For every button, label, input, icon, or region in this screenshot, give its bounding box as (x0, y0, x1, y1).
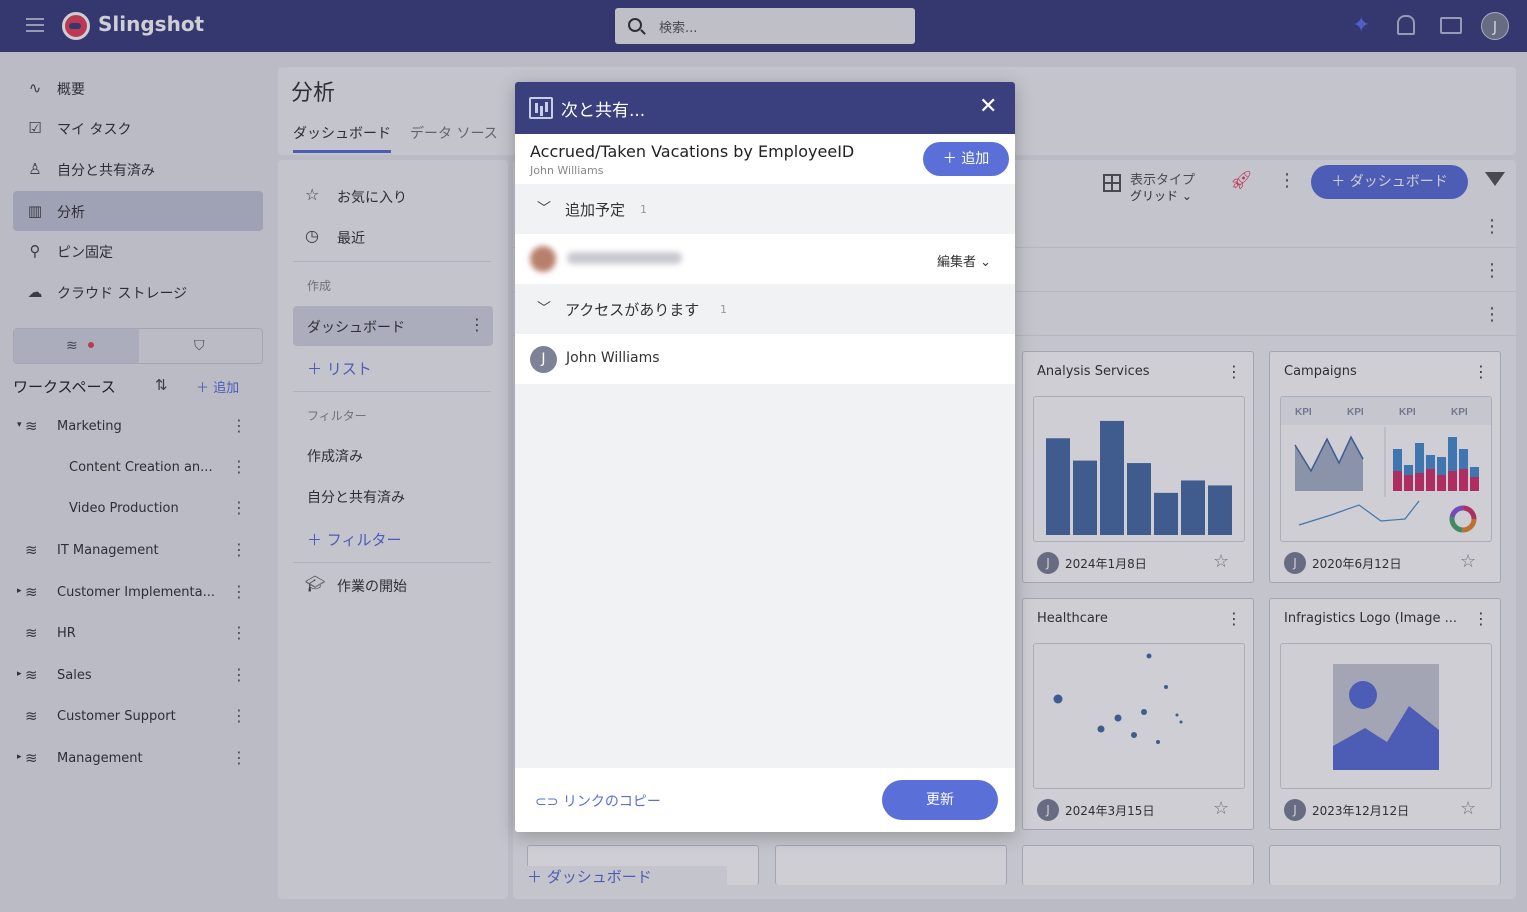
redacted-user-name (567, 252, 682, 264)
access-user-row: J John Williams (515, 334, 1015, 384)
dashboard-share-icon (529, 97, 553, 119)
section-count: 1 (640, 203, 647, 216)
dialog-footer: ⊂⊃ リンクのコピー 更新 (515, 768, 1015, 832)
share-dialog: 次と共有... ✕ Accrued/Taken Vacations by Emp… (515, 82, 1015, 832)
link-icon: ⊂⊃ (535, 794, 563, 810)
avatar: J (530, 346, 557, 373)
avatar (530, 246, 556, 272)
section-label: 追加予定 (565, 201, 626, 219)
copy-link-button[interactable]: ⊂⊃ リンクのコピー (535, 791, 661, 811)
dashboard-owner: John Williams (530, 164, 604, 177)
section-count: 1 (720, 303, 727, 316)
pending-section-header[interactable]: ﹀ 追加予定 1 (515, 184, 1015, 234)
plus-icon: ＋ (942, 151, 962, 167)
dashboard-name: Accrued/Taken Vacations by EmployeeID (530, 142, 855, 161)
role-dropdown[interactable]: 編集者 ⌄ (937, 251, 991, 270)
user-name: John Williams (566, 350, 660, 366)
update-button[interactable]: 更新 (882, 780, 998, 820)
dialog-header: 次と共有... ✕ (515, 82, 1015, 134)
add-people-button[interactable]: ＋ 追加 (923, 142, 1009, 176)
chevron-down-icon: ﹀ (537, 301, 551, 317)
dialog-title: 次と共有... (561, 101, 646, 121)
add-people-label: 追加 (961, 151, 990, 167)
chevron-down-icon: ⌄ (976, 255, 992, 270)
copy-link-label: リンクのコピー (562, 794, 661, 810)
pending-user-row: 編集者 ⌄ (515, 234, 1015, 284)
chevron-down-icon: ﹀ (537, 201, 551, 217)
shared-item-info: Accrued/Taken Vacations by EmployeeID Jo… (515, 134, 1015, 184)
access-section-header[interactable]: ﹀ アクセスがあります 1 (515, 284, 1015, 334)
close-icon[interactable]: ✕ (979, 94, 997, 119)
section-label: アクセスがあります (565, 301, 700, 319)
